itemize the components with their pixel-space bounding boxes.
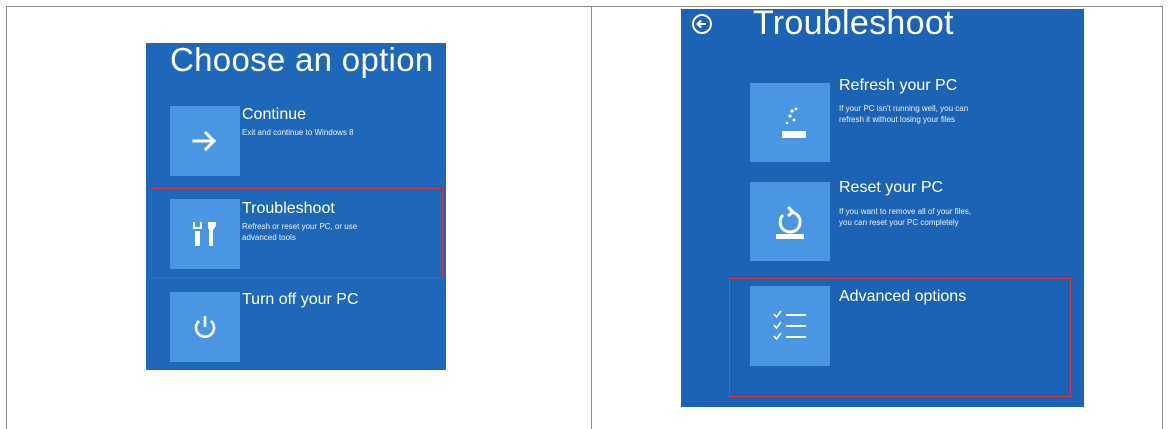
troubleshoot-screen: Troubleshoot Refresh your PC If your PC … — [681, 9, 1084, 407]
back-arrow-icon[interactable] — [689, 11, 715, 37]
option-label: Reset your PC — [839, 179, 944, 196]
highlight-box — [151, 188, 443, 278]
reset-pc-icon[interactable] — [750, 182, 830, 261]
page-title: Choose an option — [170, 43, 434, 78]
option-description: If your PC isn't running well, you can r… — [839, 104, 969, 124]
arrow-right-icon[interactable] — [170, 106, 240, 176]
option-description: If you want to remove all of your files,… — [839, 207, 972, 227]
highlight-box — [729, 278, 1071, 397]
page-title: Troubleshoot — [753, 9, 954, 42]
option-label: Turn off your PC — [242, 291, 359, 308]
option-description: Exit and continue to Windows 8 — [242, 128, 354, 137]
power-icon[interactable] — [170, 292, 240, 362]
column-divider — [591, 6, 592, 429]
option-label: Refresh your PC — [839, 77, 958, 94]
option-label: Continue — [242, 106, 307, 123]
refresh-pc-icon[interactable] — [750, 83, 830, 162]
choose-option-screen: Choose an option Continue Exit and conti… — [146, 43, 446, 370]
